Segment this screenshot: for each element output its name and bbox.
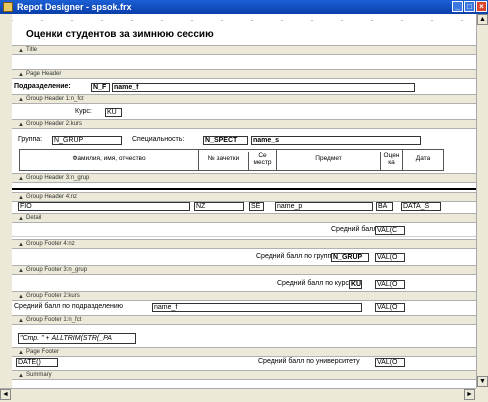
avg-field[interactable]: VAL(C (375, 226, 405, 235)
detail-nz-field[interactable]: NZ (194, 202, 244, 211)
band-title[interactable]: ▲ Title (12, 45, 476, 55)
course-field[interactable]: KU (105, 108, 122, 117)
col-ocenka-line1: Оцен (383, 152, 400, 159)
window-title: Repot Designer - spsok.frx (17, 2, 132, 12)
band-label: Summary (26, 372, 52, 378)
band-group-header-3[interactable]: ▲ Group Header 3:n_grup (12, 173, 476, 183)
scroll-right-icon[interactable]: ► (464, 389, 475, 400)
band-page-footer[interactable]: ▲ Page Footer (12, 347, 476, 357)
spec-field[interactable]: N_SPECT (203, 136, 248, 145)
avg-group-field[interactable]: VAL(O (375, 253, 405, 262)
band-arrow-icon: ▲ (18, 72, 24, 78)
col-ocenka-line2: ка (388, 159, 395, 166)
band-arrow-icon: ▲ (18, 122, 24, 128)
band-label: Detail (26, 215, 42, 221)
avg-dept-field[interactable]: VAL(O (375, 303, 405, 312)
band-summary[interactable]: ▲ Summary (12, 370, 476, 380)
band-arrow-icon: ▲ (18, 350, 24, 356)
band-label: Group Footer 3:n_grup (26, 267, 88, 273)
band-label: Group Footer 1:n_fct (26, 317, 82, 323)
band-label: Group Header 2:kurs (26, 121, 83, 127)
group-label[interactable]: Группа: (18, 135, 42, 145)
band-label: Group Header 3:n_grup (26, 175, 90, 181)
band-group-footer-1[interactable]: ▲ Group Footer 1:n_fct (12, 315, 476, 325)
col-ocenka: Оцен ка (380, 152, 402, 170)
band-label: Title (26, 47, 38, 53)
dept-name-field[interactable]: name_f (112, 83, 415, 92)
avg-dept-name-field[interactable]: name_f (152, 303, 362, 312)
col-semestr: Се местр (248, 152, 276, 170)
separator-line (12, 236, 476, 237)
avg-label[interactable]: Средний балл (331, 225, 377, 235)
dept-code-field[interactable]: N_F (91, 83, 110, 92)
avg-group-label[interactable]: Средний балл по группе (256, 252, 335, 262)
band-arrow-icon: ▲ (18, 48, 24, 54)
band-label: Page Footer (26, 349, 60, 355)
course-label[interactable]: Курс: (75, 107, 92, 117)
scroll-left-icon[interactable]: ◄ (0, 389, 11, 400)
scroll-up-icon[interactable]: ▲ (477, 14, 488, 25)
band-arrow-icon: ▲ (18, 294, 24, 300)
detail-data-field[interactable]: DATA_S (401, 202, 441, 211)
title-bar: Repot Designer - spsok.frx _ □ × (0, 0, 488, 14)
page-number-field[interactable]: "Стр. " + ALLTRIM(STR(_PA (18, 333, 136, 344)
close-button[interactable]: × (476, 1, 487, 12)
spec-name-field[interactable]: name_s (251, 136, 421, 145)
minimize-button[interactable]: _ (452, 1, 463, 12)
avg-univ-field[interactable]: VAL(O (375, 358, 405, 367)
group-field[interactable]: N_GRUP (52, 136, 122, 145)
band-label: Group Header 4:nz (26, 194, 78, 200)
band-arrow-icon: ▲ (18, 268, 24, 274)
col-semestr-line2: местр (253, 159, 272, 166)
app-icon (3, 2, 13, 12)
col-predmet: Предмет (276, 150, 380, 170)
vertical-scrollbar[interactable]: ▲ ▼ (476, 14, 488, 388)
dept-label[interactable]: Подразделение: (14, 82, 71, 92)
band-detail[interactable]: ▲ Detail (12, 213, 476, 223)
avg-course-field[interactable]: VAL(O (375, 280, 405, 289)
col-fio: Фамилия, имя, отчество (72, 155, 146, 162)
avg-univ-label[interactable]: Средний балл по университету (258, 357, 360, 367)
band-group-header-1[interactable]: ▲ Group Header 1:n_fct (12, 94, 476, 104)
scroll-down-icon[interactable]: ▼ (477, 376, 488, 387)
column-header-table[interactable]: Фамилия, имя, отчество № зачетки Се мест… (19, 149, 444, 171)
report-canvas[interactable]: Оценки студентов за зимнюю сессию ▲ Title… (12, 21, 476, 388)
band-arrow-icon: ▲ (18, 176, 24, 182)
band-arrow-icon: ▲ (18, 216, 24, 222)
band-label: Group Header 1:n_fct (26, 96, 84, 102)
band-label: Group Footer 2:kurs (26, 293, 80, 299)
band-page-header[interactable]: ▲ Page Header (12, 69, 476, 79)
report-title-text[interactable]: Оценки студентов за зимнюю сессию (26, 29, 214, 41)
band-arrow-icon: ▲ (18, 318, 24, 324)
avg-dept-label[interactable]: Средний балл по подразделению (14, 302, 123, 312)
band-arrow-icon: ▲ (18, 242, 24, 248)
band-group-header-4[interactable]: ▲ Group Header 4:nz (12, 192, 476, 202)
col-semestr-line1: Се (258, 152, 267, 159)
detail-fio-field[interactable]: FIO (18, 202, 190, 211)
band-group-footer-2[interactable]: ▲ Group Footer 2:kurs (12, 291, 476, 301)
detail-ball-field[interactable]: BA (376, 202, 393, 211)
band-group-footer-4[interactable]: ▲ Group Footer 4:nz (12, 239, 476, 249)
spec-label[interactable]: Специальность: (132, 135, 184, 145)
band-label: Page Header (26, 71, 62, 77)
report-designer-window: Repot Designer - spsok.frx _ □ × Оценки … (0, 0, 488, 402)
avg-course-code[interactable]: KU (349, 280, 362, 289)
detail-predmet-field[interactable]: name_p (275, 202, 373, 211)
avg-course-label[interactable]: Средний балл по курсу (277, 279, 352, 289)
band-arrow-icon: ▲ (18, 373, 24, 379)
detail-sem-field[interactable]: SE (249, 202, 264, 211)
avg-group-code[interactable]: N_GRUP (331, 253, 369, 262)
summary-date-field[interactable]: DATE() (16, 358, 58, 367)
band-group-header-2[interactable]: ▲ Group Header 2:kurs (12, 119, 476, 129)
horizontal-scrollbar[interactable]: ◄ ► (0, 388, 476, 402)
band-group-footer-3[interactable]: ▲ Group Footer 3:n_grup (12, 265, 476, 275)
col-data: Дата (402, 150, 443, 170)
band-arrow-icon: ▲ (18, 97, 24, 103)
separator-line[interactable] (12, 188, 476, 190)
band-label: Group Footer 4:nz (26, 241, 75, 247)
maximize-button[interactable]: □ (464, 1, 475, 12)
col-zachetka: № зачетки (198, 150, 248, 170)
